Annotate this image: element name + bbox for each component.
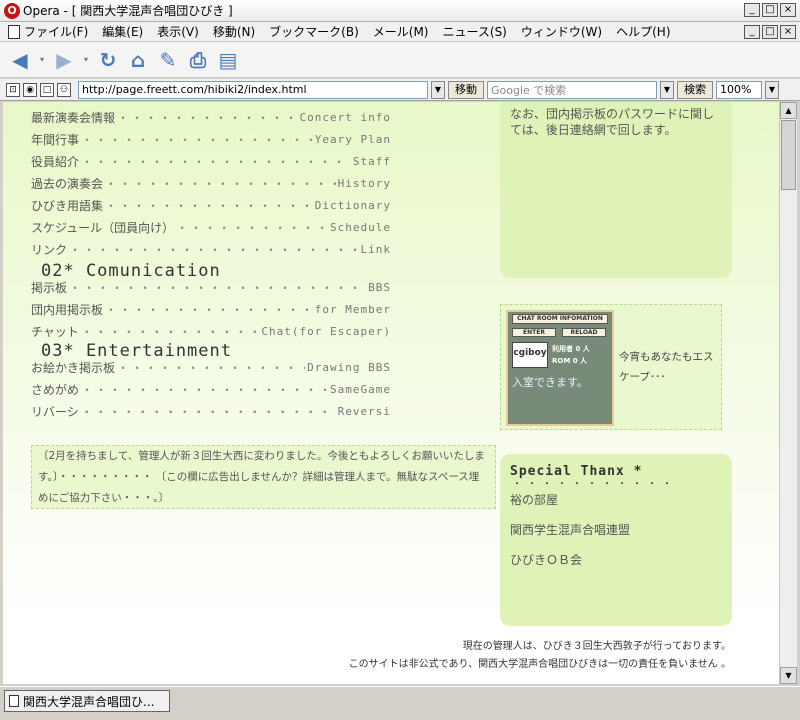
mdi-minimize-button[interactable]: _ [744, 25, 760, 39]
search-dropdown-icon[interactable]: ▼ [660, 80, 674, 99]
page-footer: 現在の管理人は、ひびき３回生大西敦子が行っております。 このサイトは非公式であり… [349, 638, 731, 674]
minimize-button[interactable]: _ [744, 3, 760, 17]
page-tab-bar: 関西大学混声合唱団ひ... [0, 686, 800, 720]
page-viewport: 最新演奏会情報・・・・・・・・・・・・・・・・・・・・・Concert info… [3, 102, 779, 684]
menu-window[interactable]: ウィンドウ(W) [521, 23, 602, 40]
mdi-close-button[interactable]: × [780, 25, 796, 39]
address-bar: ⊡ ◉ □ ⚇ http://page.freett.com/hibiki2/i… [0, 79, 800, 101]
menu-view[interactable]: 表示(V) [157, 23, 199, 40]
zoom-dropdown-icon[interactable]: ▼ [765, 80, 779, 99]
menu-link-schedule[interactable]: スケジュール（団員向け）・・・・・・・・・・・・・・・・・Schedule [31, 216, 391, 238]
window-controls: _ □ × [744, 3, 796, 17]
menu-link-member-bbs[interactable]: 団内用掲示板・・・・・・・・・・・・・・・・・・・・・for Member [31, 298, 391, 320]
url-dropdown-icon[interactable]: ▼ [431, 80, 445, 99]
notice-box: 〔2月を持ちまして、管理人が新３回生大西に変わりました。今後ともよろしくお願いい… [31, 445, 496, 509]
scroll-down-icon[interactable]: ▼ [780, 667, 797, 684]
menu-help[interactable]: ヘルプ(H) [616, 23, 670, 40]
page-tab-label: 関西大学混声合唱団ひ... [23, 694, 155, 709]
go-button[interactable]: 移動 [448, 80, 484, 99]
cgiboy-logo: cgiboy [512, 342, 548, 368]
menu-link-yearly-plan[interactable]: 年間行事・・・・・・・・・・・・・・・・・・・・・・・・・Yeary Plan [31, 128, 391, 150]
user-icon[interactable]: ⚇ [57, 82, 71, 97]
zoom-input[interactable]: 100% [716, 80, 762, 99]
mdi-controls: _ □ × [744, 25, 796, 39]
chat-rom-stat: ROM 0 人 [552, 357, 588, 365]
navigation-toolbar: ◀ ▾ ▶ ▾ ↻ ⌂ ✎ ⎙ ▤ [0, 42, 800, 78]
url-input[interactable]: http://page.freett.com/hibiki2/index.htm… [78, 80, 428, 99]
menu-edit[interactable]: 編集(E) [102, 23, 143, 40]
camera-icon[interactable]: ◉ [23, 82, 37, 97]
search-button[interactable]: 検索 [677, 80, 713, 99]
scroll-up-icon[interactable]: ▲ [780, 102, 797, 119]
opera-logo-icon: O [4, 2, 20, 19]
footer-admin-text: 現在の管理人は、ひびき３回生大西敦子が行っております。 [462, 641, 731, 652]
menu-navigate[interactable]: 移動(N) [213, 23, 255, 40]
forward-icon[interactable]: ▶ [52, 48, 76, 72]
title-bar: O Opera - [ 関西大学混声合唱団ひびき ] _ □ × [0, 0, 800, 22]
menu-link-history[interactable]: 過去の演奏会・・・・・・・・・・・・・・・・・・・・・・・・・History [31, 172, 391, 194]
vertical-scrollbar[interactable]: ▲ ▼ [779, 102, 797, 684]
page-tab[interactable]: 関西大学混声合唱団ひ... [4, 690, 170, 712]
menu-bar: ファイル(F) 編集(E) 表示(V) 移動(N) ブックマーク(B) メール(… [0, 22, 800, 42]
menu-link-links[interactable]: リンク・・・・・・・・・・・・・・・・・・・・・・・・・・・・Link [31, 238, 391, 260]
scroll-thumb[interactable] [781, 120, 796, 190]
back-dropdown-icon[interactable]: ▾ [38, 48, 46, 72]
close-button[interactable]: × [780, 3, 796, 17]
page-icon[interactable]: ▤ [216, 48, 240, 72]
menu-link-samegame[interactable]: さめがめ・・・・・・・・・・・・・・・・・・・・・・・・・・SameGame [31, 378, 391, 400]
chat-info-box: CHAT ROOM INFOMATION ENTER RELOAD cgiboy… [500, 304, 722, 430]
security-icon[interactable]: ⊡ [6, 82, 20, 97]
back-icon[interactable]: ◀ [8, 48, 32, 72]
menu-link-staff[interactable]: 役員紹介・・・・・・・・・・・・・・・・・・・・・・・・・Staff [31, 150, 391, 172]
special-thanks-panel: Special Thanx * ・・・・・・・・・・・ 裕の部屋 関西学生混声合… [500, 454, 732, 626]
chat-users-stat: 利用者 0 人 [552, 345, 590, 353]
menu-link-reversi[interactable]: リバーシ・・・・・・・・・・・・・・・・・・・・・・・・・Reversi [31, 400, 391, 422]
menu-link-bbs[interactable]: 掲示板・・・・・・・・・・・・・・・・・・・・・・・・・・BBS [31, 276, 391, 298]
chat-title: CHAT ROOM INFOMATION [512, 314, 608, 324]
footer-disclaimer-text: このサイトは非公式であり、関西大学混声合唱団ひびきは一切の責任を負いません 。 [348, 659, 731, 670]
thanks-link-1[interactable]: 裕の部屋 [510, 490, 722, 520]
menu-news[interactable]: ニュース(S) [442, 23, 506, 40]
site-menu: 最新演奏会情報・・・・・・・・・・・・・・・・・・・・・Concert info… [31, 106, 391, 422]
new-page-icon[interactable]: □ [40, 82, 54, 97]
menu-mail[interactable]: メール(M) [373, 23, 429, 40]
password-note: なお、団内掲示板のパスワードに関しては、後日連絡網で回します。 [510, 107, 715, 137]
menu-bookmarks[interactable]: ブックマーク(B) [269, 23, 359, 40]
chat-widget: CHAT ROOM INFOMATION ENTER RELOAD cgiboy… [506, 310, 614, 426]
menu-link-dictionary[interactable]: ひびき用語集・・・・・・・・・・・・・・・・・・・・・・・・・Dictionar… [31, 194, 391, 216]
thanks-link-2[interactable]: 関西学生混声合唱連盟 [510, 520, 722, 550]
chat-side-text: 今宵もあなたもエスケープ･･･ [619, 351, 714, 383]
document-icon[interactable] [8, 24, 20, 39]
search-input[interactable]: Google で検索 [487, 80, 657, 99]
thanks-link-3[interactable]: ひびきＯＢ会 [510, 550, 722, 580]
menu-link-chat[interactable]: チャット・・・・・・・・・・・・・・・・・・・Chat(for Escaper) [31, 320, 391, 342]
menu-link-concert[interactable]: 最新演奏会情報・・・・・・・・・・・・・・・・・・・・・Concert info [31, 106, 391, 128]
print-icon[interactable]: ⎙ [186, 48, 210, 72]
home-icon[interactable]: ⌂ [126, 48, 150, 72]
chat-status-text: 入室できます。 [512, 376, 588, 389]
page-tab-icon [9, 695, 19, 707]
info-panel: なお、団内掲示板のパスワードに関しては、後日連絡網で回します。 [500, 102, 732, 278]
hotlist-icon[interactable]: ✎ [156, 48, 180, 72]
forward-dropdown-icon[interactable]: ▾ [82, 48, 90, 72]
window-title: Opera - [ 関西大学混声合唱団ひびき ] [23, 4, 233, 18]
menu-file[interactable]: ファイル(F) [24, 23, 88, 40]
chat-reload-button[interactable]: RELOAD [562, 328, 606, 337]
thanks-dots: ・・・・・・・・・・・ [512, 479, 677, 490]
reload-icon[interactable]: ↻ [96, 48, 120, 72]
menu-link-drawing-bbs[interactable]: お絵かき掲示板・・・・・・・・・・・・・・・・・・・・・Drawing BBS [31, 356, 391, 378]
chat-enter-button[interactable]: ENTER [512, 328, 556, 337]
mdi-restore-button[interactable]: □ [762, 25, 778, 39]
maximize-button[interactable]: □ [762, 3, 778, 17]
